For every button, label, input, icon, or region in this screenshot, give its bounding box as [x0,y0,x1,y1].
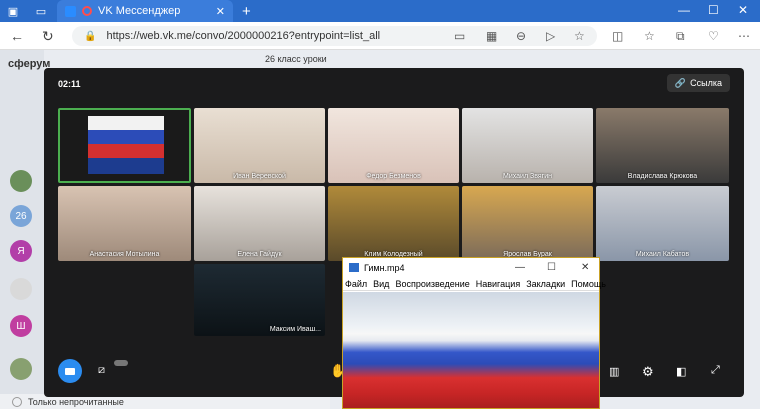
reload-icon[interactable]: ↻ [42,28,54,45]
player-menu-bar: Файл Вид Воспроизведение Навигация Закла… [343,277,606,291]
back-arrow-icon[interactable]: ← [10,28,24,44]
participant-tile[interactable]: Анастасия Мотылина [58,186,191,261]
address-bar-row: ← ↻ 🔒 https://web.vk.me/convo/2000000216… [0,22,760,50]
player-minimize-icon[interactable]: — [515,262,525,273]
url-text: https://web.vk.me/convo/2000000216?entry… [106,30,381,42]
call-timer: 02:11 [58,79,81,89]
participant-tile[interactable]: Клим Колодезный [328,186,459,261]
participant-tile[interactable]: Федор Безменов [328,108,459,183]
collections-icon[interactable]: ⧉ [676,29,685,44]
participant-tile-screenshare[interactable] [58,108,191,183]
layout-icon[interactable]: ▥ [609,365,619,378]
avatar[interactable] [10,278,32,300]
link-icon: 🔗 [674,77,687,88]
participant-tile[interactable]: Владислава Крюкова [596,108,729,183]
tab-vk-messenger[interactable]: VK Мессенджер ✕ [57,0,233,22]
browser-tab-bar: ▣ ▭ VK Мессенджер ✕ + — ☐ ✕ [0,0,760,22]
new-tab-button[interactable]: + [242,3,251,20]
call-link-label: Ссылка [690,78,722,88]
avatar[interactable] [10,358,32,380]
close-tab-icon[interactable]: ✕ [216,5,225,18]
participant-tile[interactable]: Иван Веревской [194,108,325,183]
lock-icon: 🔒 [84,30,97,42]
close-window-icon[interactable]: ✕ [738,3,748,17]
recording-icon [82,6,92,16]
participant-tile[interactable]: Ярослав Бурак [462,186,593,261]
settings-gear-icon[interactable]: ⚙ [642,364,654,380]
player-close-icon[interactable]: ✕ [581,262,589,273]
avatar[interactable]: 26 [10,205,32,227]
camera-permission-icon[interactable]: ▭ [454,29,465,43]
toggle-icon[interactable] [12,396,22,407]
participant-name: Максим Иваш... [269,326,321,333]
profile-icon[interactable]: ▣ [6,4,20,18]
participant-tile[interactable]: Елена Гайдук [194,186,325,261]
avatar[interactable]: Я [10,240,32,262]
tab-title: VK Мессенджер [98,5,181,17]
minimize-icon[interactable]: — [678,3,690,17]
menu-navigation[interactable]: Навигация [476,279,520,289]
split-view-icon[interactable]: ◫ [612,29,623,43]
participant-tile[interactable]: Максим Иваш... [194,264,325,336]
more-menu-icon[interactable]: ⋯ [738,29,750,43]
player-title: Гимн.mp4 [364,262,405,273]
participant-name: Елена Гайдук [237,251,282,258]
camera-toggle-button[interactable] [58,359,82,383]
picture-in-picture-icon[interactable]: ◧ [676,365,686,378]
video-frame-russian-flag[interactable] [343,292,599,408]
unread-filter-label: Только непрочитанные [28,396,124,407]
participant-name: Михаил Звягин [503,173,552,180]
zoom-icon[interactable]: ⊖ [516,29,526,43]
favorites-icon[interactable]: ☆ [644,29,655,43]
avatar[interactable] [10,170,32,192]
participant-tile[interactable]: Михаил Кабатов [596,186,729,261]
player-maximize-icon[interactable]: ☐ [547,262,556,273]
participant-name: Владислава Крюкова [627,173,698,180]
menu-playback[interactable]: Воспроизведение [395,279,469,289]
apps-icon[interactable]: ▦ [486,29,497,43]
tab-actions-icon[interactable]: ▭ [34,4,48,18]
media-player-window[interactable]: Гимн.mp4 — ☐ ✕ Файл Вид Воспроизведение … [342,257,606,409]
menu-view[interactable]: Вид [373,279,389,289]
participant-name: Федор Безменов [366,173,421,180]
browser-essentials-icon[interactable]: ♡ [708,29,719,43]
participant-tile[interactable]: Михаил Звягин [462,108,593,183]
read-aloud-icon[interactable]: ▷ [546,29,555,43]
screen-share-icon[interactable]: ⧄ [98,364,105,377]
chat-title[interactable]: 26 класс уроки [265,54,327,64]
player-app-icon [349,263,359,272]
menu-help[interactable]: Помощь [571,279,606,289]
shared-screen-preview [88,116,164,174]
avatar[interactable]: Ш [10,315,32,337]
participant-name: Анастасия Мотылина [89,251,160,258]
vk-sidebar: сферум 26 Я Ш [0,50,50,409]
player-titlebar[interactable]: Гимн.mp4 — ☐ ✕ [343,258,599,277]
menu-file[interactable]: Файл [345,279,367,289]
maximize-icon[interactable]: ☐ [708,3,719,17]
vk-favicon-icon [65,5,76,17]
camera-icon [65,367,75,375]
favorite-star-icon[interactable]: ☆ [574,29,585,43]
participant-name: Михаил Кабатов [635,251,690,258]
participant-name: Иван Веревской [233,173,286,180]
vk-logo: сферум [8,58,51,70]
beta-badge [114,360,128,366]
call-link-button[interactable]: 🔗 Ссылка [666,74,730,92]
menu-bookmarks[interactable]: Закладки [526,279,565,289]
fullscreen-icon[interactable]: ⤢ [711,364,720,377]
